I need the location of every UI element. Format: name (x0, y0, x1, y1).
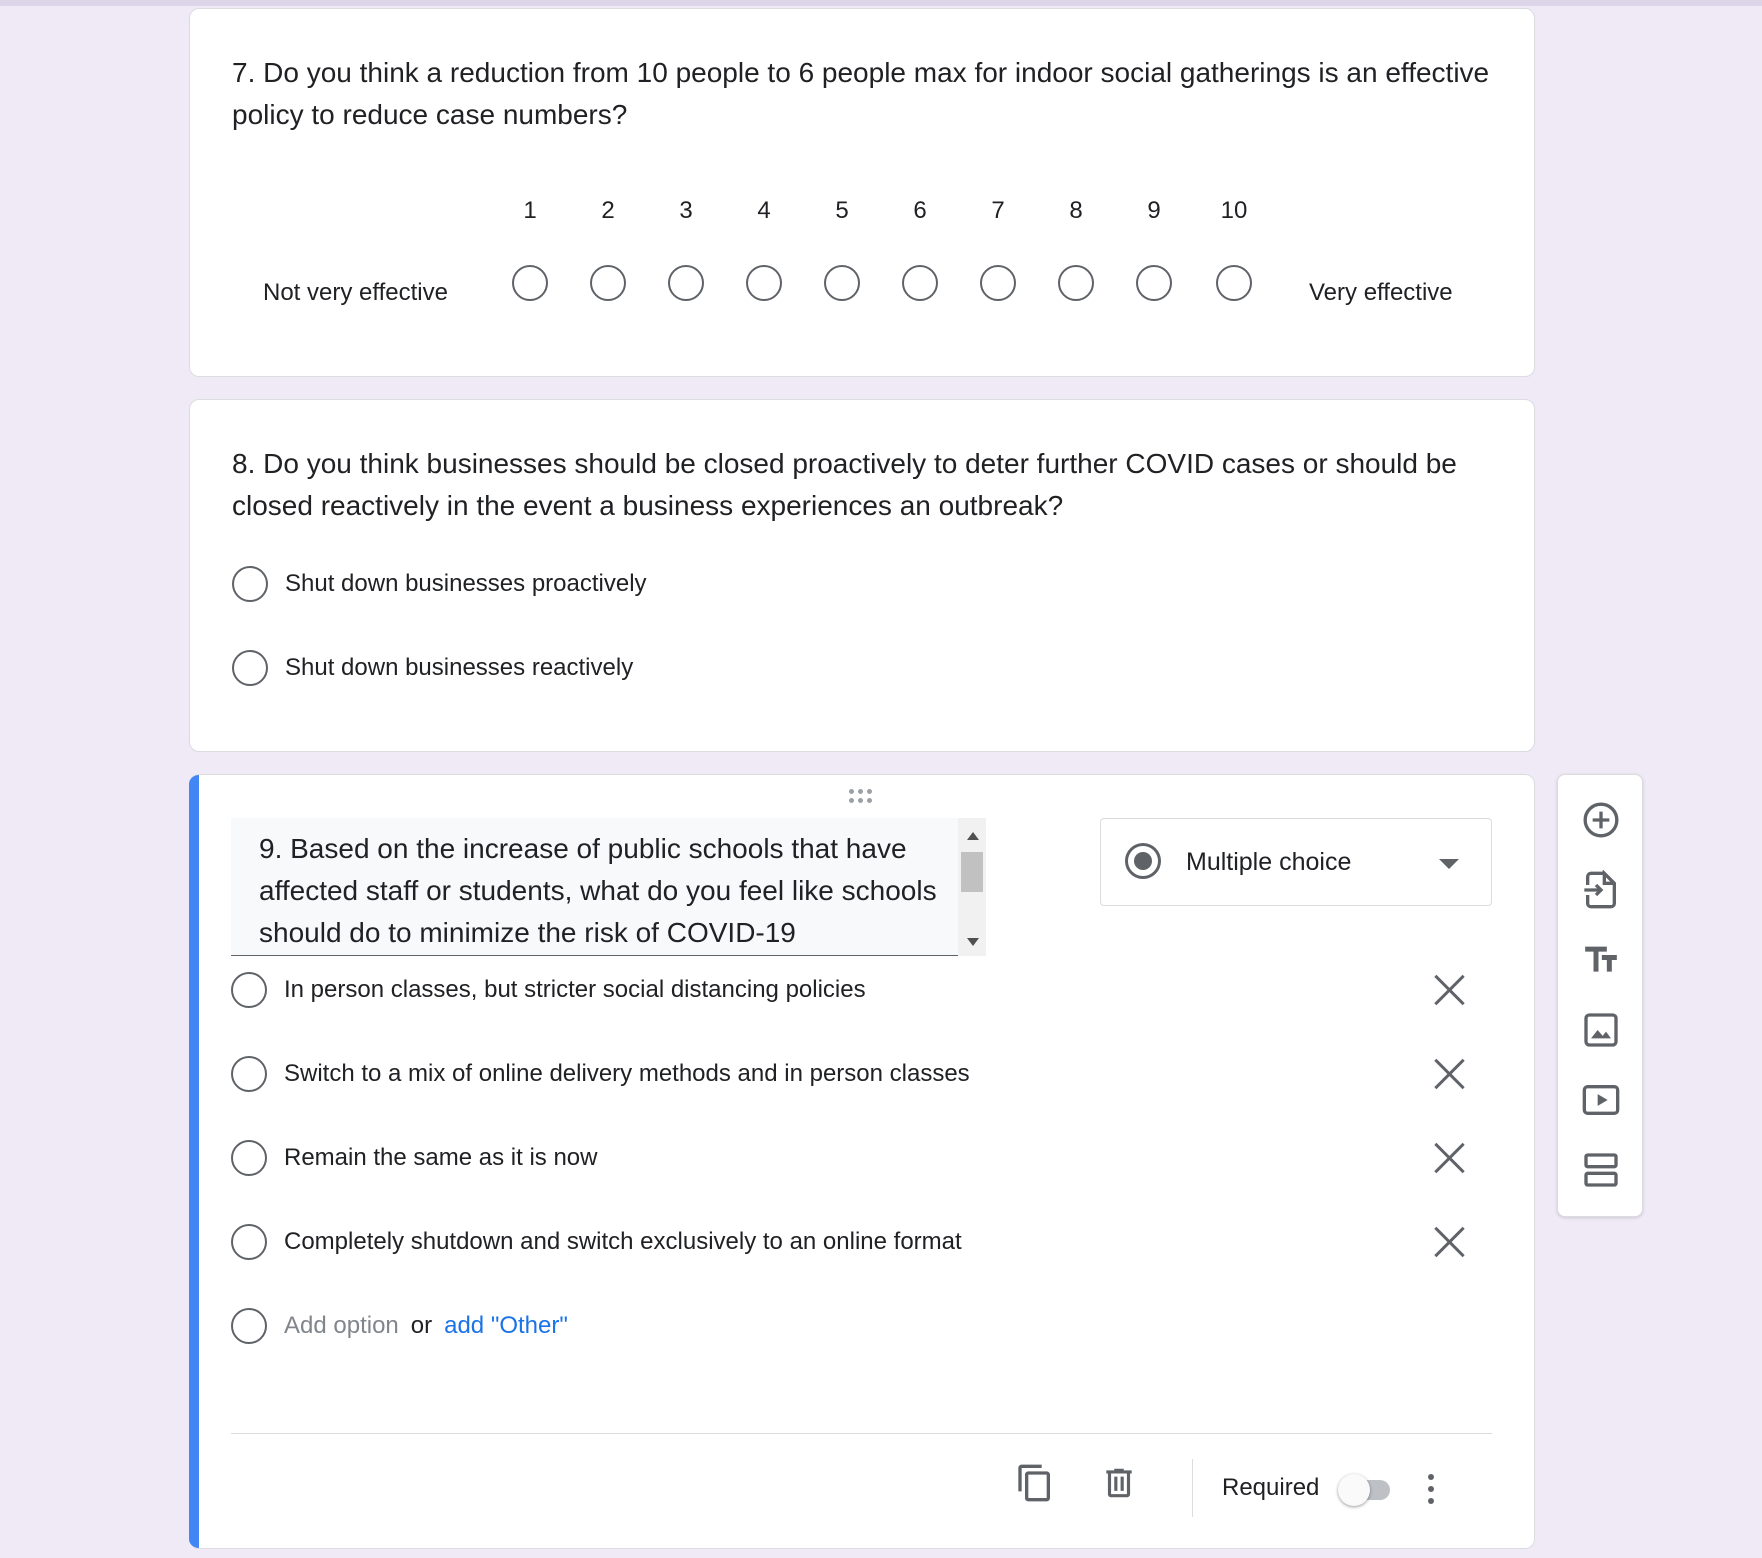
footer-divider (231, 1433, 1492, 1434)
option-label[interactable]: Remain the same as it is now (284, 1140, 597, 1176)
option-label[interactable]: In person classes, but stricter social d… (284, 972, 866, 1008)
remove-option-icon[interactable] (1433, 973, 1467, 1007)
remove-option-icon[interactable] (1433, 1057, 1467, 1091)
question-title: 7. Do you think a reduction from 10 peop… (232, 57, 1490, 130)
scale-radio-6[interactable] (902, 265, 938, 301)
scale-radio-2[interactable] (590, 265, 626, 301)
add-video-icon[interactable] (1581, 1080, 1621, 1120)
import-questions-icon[interactable] (1581, 870, 1621, 910)
scale-number: 4 (757, 197, 771, 224)
scale-radio-1[interactable] (512, 265, 548, 301)
remove-option-icon[interactable] (1433, 1141, 1467, 1175)
question-type-label: Multiple choice (1186, 848, 1352, 876)
duplicate-icon[interactable] (1015, 1463, 1055, 1503)
add-section-icon[interactable] (1581, 1150, 1621, 1190)
add-option-button[interactable]: Add option (284, 1312, 399, 1339)
add-title-icon[interactable] (1581, 940, 1621, 980)
scale-number: 7 (991, 197, 1005, 224)
option-radio (231, 1224, 267, 1260)
title-scrollbar[interactable] (958, 818, 986, 956)
option-label: Shut down businesses proactively (285, 570, 647, 597)
add-image-icon[interactable] (1581, 1010, 1621, 1050)
or-text: or (410, 1312, 433, 1339)
option-radio (231, 1140, 267, 1176)
side-toolbar (1557, 774, 1643, 1217)
option-label: Shut down businesses reactively (285, 654, 634, 681)
required-label: Required (1222, 1474, 1320, 1501)
scale-radio-10[interactable] (1216, 265, 1252, 301)
scroll-up-arrow-icon[interactable] (967, 832, 979, 840)
option-label[interactable]: Completely shutdown and switch exclusive… (284, 1224, 962, 1260)
question-card-7[interactable]: 7. Do you think a reduction from 10 peop… (189, 8, 1535, 377)
scale-high-label: Very effective (1309, 279, 1453, 306)
scale-number: 10 (1220, 197, 1248, 224)
active-card-accent (189, 775, 199, 1548)
question-title: 8. Do you think businesses should be clo… (232, 448, 1457, 521)
delete-icon[interactable] (1100, 1463, 1138, 1503)
remove-option-icon[interactable] (1433, 1225, 1467, 1259)
scale-radio-3[interactable] (668, 265, 704, 301)
scroll-thumb[interactable] (961, 852, 983, 892)
add-option-row: Add option or add "Other" (284, 1308, 568, 1344)
option-radio (231, 1308, 267, 1344)
question-title-field[interactable]: 9. Based on the increase of public schoo… (231, 818, 986, 956)
scale-number: 3 (679, 197, 693, 224)
scale-number: 5 (835, 197, 849, 224)
more-options-icon[interactable] (1423, 1472, 1439, 1506)
option-radio[interactable] (232, 566, 268, 602)
scale-radio-8[interactable] (1058, 265, 1094, 301)
scale-number: 1 (523, 197, 537, 224)
scale-radio-4[interactable] (746, 265, 782, 301)
title-field-underline (231, 955, 958, 956)
radio-button-icon (1125, 843, 1161, 879)
scale-number: 2 (601, 197, 615, 224)
add-question-icon[interactable] (1581, 800, 1621, 840)
scale-radio-5[interactable] (824, 265, 860, 301)
dropdown-arrow-icon (1439, 859, 1459, 869)
option-radio (231, 972, 267, 1008)
scale-low-label: Not very effective (263, 279, 448, 306)
question-type-dropdown[interactable]: Multiple choice (1100, 818, 1492, 906)
scale-number: 6 (913, 197, 927, 224)
scale-radio-7[interactable] (980, 265, 1016, 301)
scale-radio-9[interactable] (1136, 265, 1172, 301)
footer-separator (1192, 1459, 1193, 1517)
question-title-text[interactable]: 9. Based on the increase of public schoo… (259, 828, 939, 952)
option-radio (231, 1056, 267, 1092)
question-card-8[interactable]: 8. Do you think businesses should be clo… (189, 399, 1535, 752)
top-edge (0, 0, 1762, 6)
option-label[interactable]: Switch to a mix of online delivery metho… (284, 1056, 970, 1092)
scale-number: 9 (1147, 197, 1161, 224)
add-other-link[interactable]: add "Other" (444, 1312, 568, 1339)
question-card-9-editing[interactable]: 9. Based on the increase of public schoo… (189, 774, 1535, 1549)
toggle-knob[interactable] (1338, 1474, 1370, 1506)
scroll-down-arrow-icon[interactable] (967, 938, 979, 946)
scale-number: 8 (1069, 197, 1083, 224)
option-radio[interactable] (232, 650, 268, 686)
